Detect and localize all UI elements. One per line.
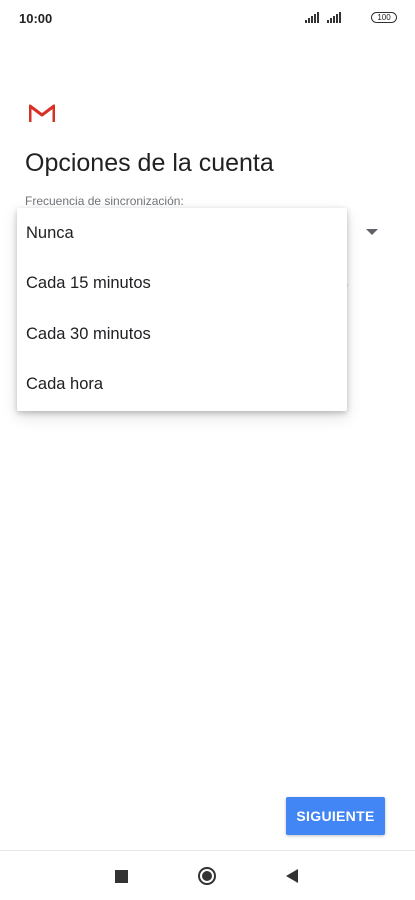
- sync-frequency-label: Frecuencia de sincronización:: [25, 194, 184, 208]
- page-title: Opciones de la cuenta: [25, 149, 274, 177]
- menu-item-every-hour[interactable]: Cada hora: [17, 360, 347, 411]
- signal-strength-icon: [327, 12, 341, 23]
- circle-home-icon[interactable]: [198, 867, 216, 885]
- dropdown-arrow-icon[interactable]: [366, 229, 378, 235]
- menu-item-every-30-minutes[interactable]: Cada 30 minutos: [17, 309, 347, 360]
- square-recents-icon[interactable]: [115, 870, 128, 883]
- sync-frequency-dropdown-menu: Nunca Cada 15 minutos Cada 30 minutos Ca…: [17, 208, 347, 411]
- battery-level: 100: [377, 13, 391, 22]
- triangle-back-icon[interactable]: [286, 869, 298, 883]
- navigation-bar: [0, 850, 415, 900]
- menu-item-every-15-minutes[interactable]: Cada 15 minutos: [17, 259, 347, 310]
- status-time: 10:00: [19, 11, 53, 26]
- menu-item-never[interactable]: Nunca: [17, 208, 347, 259]
- signal-strength-icon: [305, 12, 319, 23]
- next-button[interactable]: SIGUIENTE: [286, 797, 385, 835]
- gmail-logo-icon: [29, 104, 55, 122]
- battery-icon: 100: [371, 12, 397, 23]
- status-bar: 10:00 100: [0, 0, 415, 36]
